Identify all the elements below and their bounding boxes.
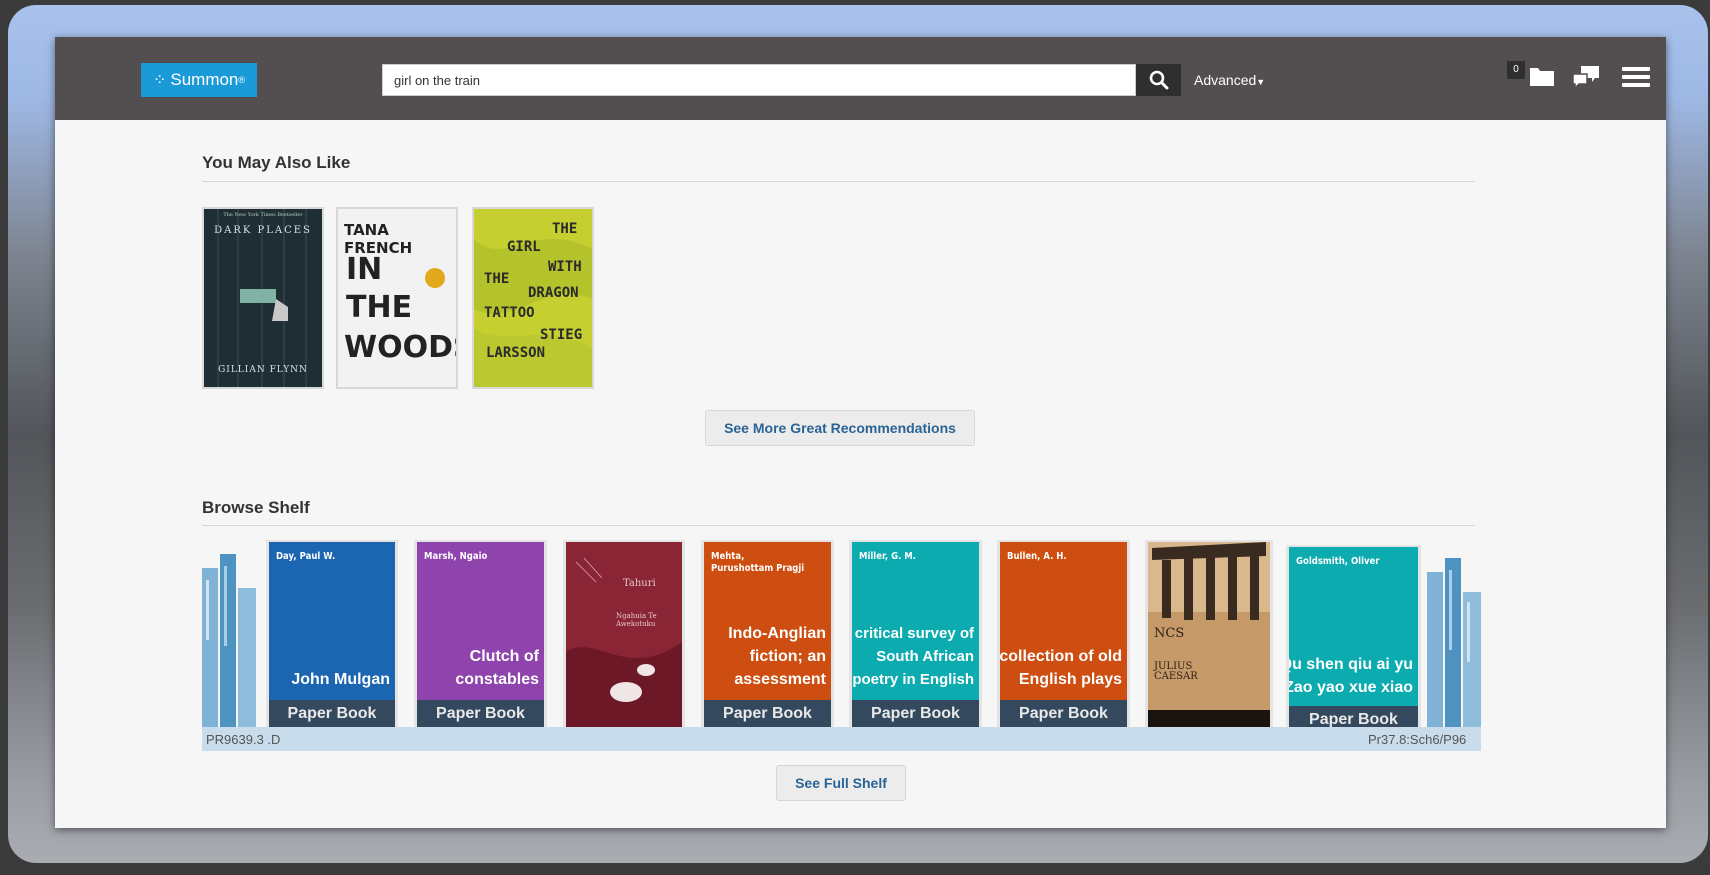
recommendations-title: You May Also Like — [202, 153, 351, 172]
cover-title-line: IN — [346, 252, 383, 287]
shelf-book-julius-caesar[interactable]: NCS JULIUS CAESAR — [1145, 540, 1273, 727]
book-title: A critical survey of South African poetr… — [849, 625, 974, 688]
book-author: Day, Paul W. — [276, 551, 336, 562]
app-window: ⁘ Summon® Advanced▼ 0 You May Also Like — [55, 37, 1666, 828]
tahuri-cover-art — [566, 542, 682, 727]
book-format-label: Paper Book — [269, 700, 395, 727]
book-title: John Mulgan — [291, 671, 390, 688]
shelf-book-tahuri[interactable]: Tahuri Ngahuia Te Awekotuku — [563, 540, 685, 727]
saved-items-count: 0 — [1507, 61, 1525, 79]
book-title: Indo-Anglian fiction; an assessment — [728, 625, 826, 688]
browse-shelf-divider — [202, 525, 1475, 526]
cover-author-line: LARSSON — [486, 345, 546, 361]
logo-registered: ® — [238, 75, 246, 85]
cover-title: DARK PLACES — [214, 225, 312, 236]
book-title: Qu shen qiu ai yu Zao yao xue xiao — [1286, 656, 1413, 696]
cover-in-the-woods[interactable]: TANA FRENCH IN THE WOODS — [336, 207, 458, 389]
search-input[interactable] — [382, 64, 1136, 96]
logo-dots-icon: ⁘ — [152, 72, 166, 89]
bottom-bar — [0, 863, 1710, 875]
cover-banner: The New York Times Bestseller — [223, 212, 303, 218]
cover-title-line: THE — [484, 271, 510, 287]
cover-title-line: THE — [552, 221, 578, 237]
book-author: Goldsmith, Oliver — [1296, 556, 1380, 567]
shelf-book-john-mulgan[interactable]: Day, Paul W. John Mulgan Paper Book — [266, 540, 398, 727]
cover-title-line: DRAGON — [528, 285, 579, 301]
shelf-book-old-english-plays[interactable]: Bullen, A. H. A collection of old Englis… — [997, 540, 1130, 727]
search-icon — [1149, 70, 1168, 90]
book-format-label: Paper Book — [852, 700, 979, 727]
julius-caesar-title: JULIUS CAESAR — [1154, 661, 1198, 682]
shelf-right-bookend — [1427, 558, 1481, 727]
search-button[interactable] — [1136, 64, 1181, 96]
book-author: Miller, G. M. — [859, 551, 916, 562]
tahuri-cover-author: Ngahuia Te Awekotuku — [616, 612, 657, 628]
advanced-search-dropdown[interactable]: Advanced▼ — [1194, 72, 1265, 88]
shelf-left-bookend — [202, 554, 256, 727]
advanced-label: Advanced — [1194, 72, 1257, 88]
book-format-label: Paper Book — [417, 700, 544, 727]
book-author: Mehta, Purushottam Pragji — [711, 551, 805, 574]
cover-title-line: TATTOO — [484, 305, 535, 321]
call-number-end: Pr37.8:Sch6/P96 — [1368, 732, 1467, 747]
cover-title-line: GIRL — [507, 239, 541, 255]
shelf-book-qu-shen-qiu-ai[interactable]: Goldsmith, Oliver Qu shen qiu ai yu Zao … — [1286, 545, 1421, 733]
folder-icon[interactable] — [1529, 65, 1555, 87]
browse-shelf-title: Browse Shelf — [202, 498, 310, 517]
book-format-label: Paper Book — [1000, 700, 1127, 727]
award-seal-icon — [425, 268, 445, 288]
cover-author: GILLIAN FLYNN — [218, 365, 308, 375]
tahuri-cover-title: Tahuri — [623, 578, 656, 589]
cover-author-line: STIEG — [540, 327, 583, 343]
julius-caesar-series: NCS — [1154, 626, 1185, 641]
cover-title-line: WITH — [548, 259, 582, 275]
summon-logo[interactable]: ⁘ Summon ® — [141, 63, 257, 97]
book-title: A collection of old English plays — [997, 648, 1122, 688]
book-author: Bullen, A. H. — [1007, 551, 1067, 562]
book-format-label: Paper Book — [704, 700, 831, 727]
cover-title-line: THE — [346, 290, 413, 325]
shelf-book-clutch-of-constables[interactable]: Marsh, Ngaio Clutch of constables Paper … — [414, 540, 547, 727]
cover-title-line: WOODS — [344, 330, 456, 365]
shelf-base — [202, 727, 1481, 751]
book-author: Marsh, Ngaio — [424, 551, 488, 562]
call-number-start: PR9639.3 .D — [206, 732, 281, 747]
see-more-recommendations-button[interactable]: See More Great Recommendations — [705, 410, 975, 446]
shelf-book-indo-anglian-fiction[interactable]: Mehta, Purushottam Pragji Indo-Anglian f… — [701, 540, 834, 727]
top-navbar: ⁘ Summon® Advanced▼ 0 — [55, 37, 1666, 120]
cover-girl-dragon-tattoo[interactable]: THE GIRL WITH THE DRAGON TATTOO STIEG LA… — [472, 207, 594, 389]
see-full-shelf-button[interactable]: See Full Shelf — [776, 765, 906, 801]
chat-icon[interactable] — [1571, 64, 1601, 90]
caret-down-icon: ▼ — [1256, 77, 1266, 87]
cover-dark-places[interactable]: The New York Times Bestseller DARK PLACE… — [202, 207, 324, 389]
book-title: Clutch of constables — [455, 648, 539, 688]
logo-text: Summon — [170, 70, 239, 89]
shelf-book-south-african-poetry[interactable]: Miller, G. M. A critical survey of South… — [849, 540, 982, 727]
hamburger-menu-icon[interactable] — [1622, 67, 1650, 87]
recommendations-divider — [202, 181, 1475, 182]
